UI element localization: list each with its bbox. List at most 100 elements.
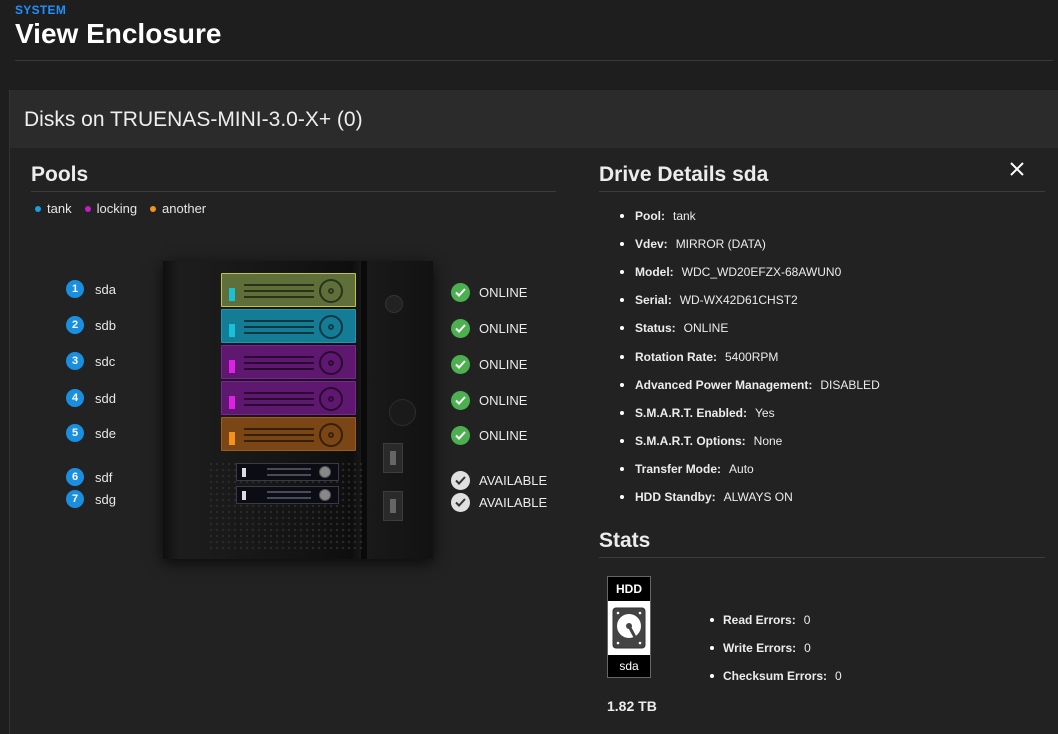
drive-bay-6[interactable] xyxy=(236,463,339,481)
detail-pool: Pool: tank xyxy=(620,202,880,230)
stats-title: Stats xyxy=(599,529,651,552)
disk-label-sdc[interactable]: 3 sdc xyxy=(66,352,115,370)
bay-grip xyxy=(244,362,314,364)
check-circle-icon xyxy=(451,391,470,410)
stat-key: Read Errors: xyxy=(723,613,796,627)
breadcrumb[interactable]: SYSTEM xyxy=(15,3,66,17)
slot-number-badge: 6 xyxy=(66,468,84,486)
drive-details-title: Drive Details sda xyxy=(599,163,769,186)
bullet xyxy=(710,618,714,622)
stat-write-errors: Write Errors: 0 xyxy=(710,634,842,662)
hdd-disk-name: sda xyxy=(619,659,639,673)
drive-details-list: Pool: tank Vdev: MIRROR (DATA) Model: WDC_W… xyxy=(620,202,880,511)
disk-label-sdf[interactable]: 6 sdf xyxy=(66,468,112,486)
detail-key: Rotation Rate: xyxy=(635,349,717,364)
stats-list: Read Errors: 0 Write Errors: 0 Checksum Er… xyxy=(710,606,842,690)
drive-details-divider xyxy=(599,191,1045,192)
status-text: ONLINE xyxy=(479,428,528,443)
power-button xyxy=(385,295,403,313)
slot-number-badge: 3 xyxy=(66,352,84,370)
slot-number-badge: 2 xyxy=(66,316,84,334)
check-circle-icon xyxy=(451,283,470,302)
detail-value: 5400RPM xyxy=(725,349,779,364)
detail-smart-options: S.M.A.R.T. Options: None xyxy=(620,427,880,455)
bay-grip xyxy=(244,434,314,436)
bullet xyxy=(620,326,624,331)
card-title: Disks on TRUENAS-MINI-3.0-X+ (0) xyxy=(24,108,363,131)
bay-grip xyxy=(244,284,314,286)
detail-rotation-rate: Rotation Rate: 5400RPM xyxy=(620,342,880,370)
legend-dot xyxy=(150,205,157,212)
disk-label-sdd[interactable]: 4 sdd xyxy=(66,389,116,407)
check-circle-icon xyxy=(451,426,470,445)
pools-legend: tank locking another xyxy=(35,201,206,216)
status-text: AVAILABLE xyxy=(479,473,548,488)
disk-label-sdg[interactable]: 7 sdg xyxy=(66,490,116,508)
bullet xyxy=(620,438,624,443)
stat-read-errors: Read Errors: 0 xyxy=(710,606,842,634)
stat-value: 0 xyxy=(803,613,811,627)
bay-grip xyxy=(244,392,314,394)
status-text: AVAILABLE xyxy=(479,495,548,510)
detail-value: tank xyxy=(673,209,696,224)
status-sdf: AVAILABLE xyxy=(451,471,547,490)
disk-capacity: 1.82 TB xyxy=(607,698,657,714)
drive-bay-5[interactable] xyxy=(221,417,356,451)
disk-name: sde xyxy=(95,425,116,441)
detail-value: Yes xyxy=(755,405,775,420)
detail-key: Status: xyxy=(635,321,676,336)
status-sda: ONLINE xyxy=(451,283,527,302)
bay-grip xyxy=(244,320,314,322)
detail-hdd-standby: HDD Standby: ALWAYS ON xyxy=(620,483,880,511)
bay-knob xyxy=(319,423,343,447)
bullet xyxy=(710,646,714,650)
legend-label: tank xyxy=(47,201,72,216)
usb-port xyxy=(383,491,403,521)
bay-knob xyxy=(319,279,343,303)
drive-bay-2[interactable] xyxy=(221,309,356,343)
status-text: ONLINE xyxy=(479,393,528,408)
enclosure-chassis xyxy=(163,261,433,559)
detail-value: DISABLED xyxy=(820,377,880,392)
bullet xyxy=(710,674,714,678)
hdd-body xyxy=(608,601,650,655)
disk-label-sde[interactable]: 5 sde xyxy=(66,424,116,442)
bay-led xyxy=(229,396,235,409)
detail-key: Serial: xyxy=(635,293,672,308)
drive-bay-4[interactable] xyxy=(221,381,356,415)
drive-bay-3[interactable] xyxy=(221,345,356,379)
drive-bay-1[interactable] xyxy=(221,273,356,307)
bay-led xyxy=(242,491,246,500)
status-text: ONLINE xyxy=(479,357,528,372)
disk-label-sda[interactable]: 1 sda xyxy=(66,280,116,298)
status-sdc: ONLINE xyxy=(451,355,527,374)
bullet xyxy=(620,270,624,275)
detail-status: Status: ONLINE xyxy=(620,314,880,342)
status-text: ONLINE xyxy=(479,321,528,336)
drive-bay-7[interactable] xyxy=(236,486,339,504)
bullet xyxy=(620,494,624,499)
bullet xyxy=(620,354,624,359)
bay-led xyxy=(229,432,235,445)
bay-led xyxy=(229,324,235,337)
page-title: View Enclosure xyxy=(15,18,222,49)
detail-key: HDD Standby: xyxy=(635,489,716,504)
detail-smart-enabled: S.M.A.R.T. Enabled: Yes xyxy=(620,399,880,427)
status-sdd: ONLINE xyxy=(451,391,527,410)
hdd-graphic: HDD sda xyxy=(607,576,651,678)
slot-number-badge: 4 xyxy=(66,389,84,407)
detail-model: Model: WDC_WD20EFZX-68AWUN0 xyxy=(620,258,880,286)
stat-key: Write Errors: xyxy=(723,641,797,655)
detail-key: Vdev: xyxy=(635,237,668,252)
detail-apm: Advanced Power Management: DISABLED xyxy=(620,371,880,399)
bay-grip xyxy=(267,491,311,493)
bay-grip xyxy=(244,398,314,400)
close-button[interactable] xyxy=(1008,160,1026,178)
bay-knob xyxy=(319,351,343,375)
detail-key: Transfer Mode: xyxy=(635,461,722,476)
detail-value: WD-WX42D61CHST2 xyxy=(679,293,798,308)
title-divider xyxy=(15,60,1053,61)
bay-grip xyxy=(244,290,314,292)
detail-key: S.M.A.R.T. Options: xyxy=(635,433,746,448)
disk-label-sdb[interactable]: 2 sdb xyxy=(66,316,116,334)
